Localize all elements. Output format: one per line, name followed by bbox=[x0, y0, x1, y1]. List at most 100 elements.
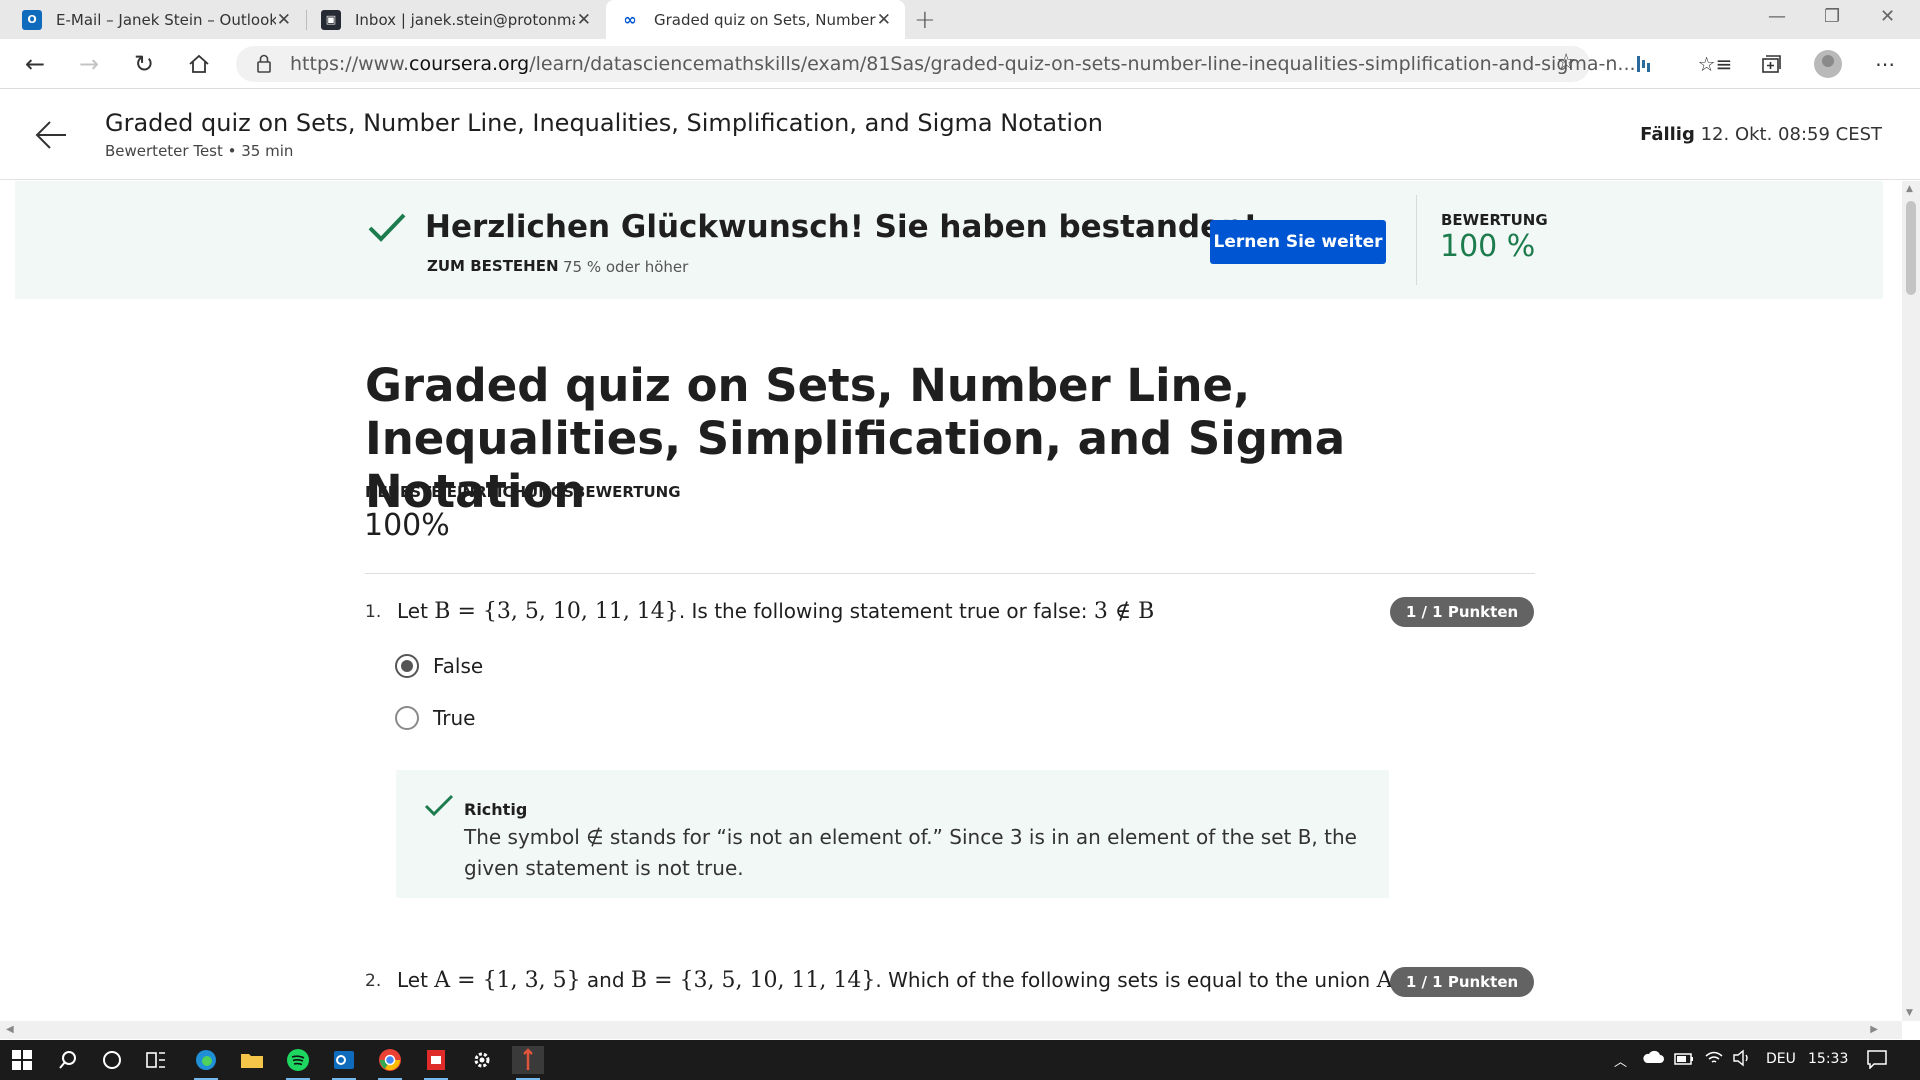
vertical-scrollbar[interactable]: ▲ ▼ bbox=[1902, 181, 1920, 1021]
feedback-text: The symbol ∉ stands for “is not an eleme… bbox=[464, 825, 1357, 880]
browser-tab-strip: O E-Mail – Janek Stein – Outlook ✕ ▣ Inb… bbox=[0, 0, 1920, 39]
restore-icon[interactable]: ❐ bbox=[1824, 6, 1840, 27]
radio-unselected[interactable] bbox=[395, 706, 419, 730]
answer-option-false[interactable]: False bbox=[395, 653, 483, 679]
option-label: False bbox=[433, 654, 484, 678]
scroll-up-icon[interactable]: ▲ bbox=[1906, 184, 1913, 194]
pdf-app-icon[interactable] bbox=[420, 1046, 452, 1080]
scroll-left-icon[interactable]: ◀ bbox=[6, 1024, 14, 1035]
task-view-icon[interactable] bbox=[140, 1046, 172, 1074]
coursera-icon: ∞ bbox=[623, 10, 637, 29]
back-icon[interactable]: ← bbox=[20, 49, 50, 79]
lock-icon bbox=[256, 54, 272, 78]
page-subtitle: Bewerteter Test • 35 min bbox=[105, 142, 294, 160]
address-bar[interactable]: https://www.coursera.org/learn/datascien… bbox=[236, 46, 1636, 82]
scrollbar-thumb[interactable] bbox=[1906, 201, 1916, 295]
refresh-icon[interactable]: ↻ bbox=[129, 49, 159, 79]
due-label: Fällig bbox=[1640, 124, 1695, 145]
math-expression: 3 ∉ B bbox=[1093, 599, 1155, 624]
volume-icon[interactable] bbox=[1732, 1049, 1752, 1071]
latest-submission-score: 100% bbox=[364, 508, 450, 543]
home-icon[interactable] bbox=[184, 49, 214, 79]
cortana-icon[interactable] bbox=[96, 1046, 128, 1074]
wifi-icon[interactable] bbox=[1704, 1050, 1724, 1070]
browser-toolbar: ← → ↻ https://www.coursera.org/learn/dat… bbox=[0, 39, 1920, 89]
tab-title: E-Mail – Janek Stein – Outlook bbox=[56, 10, 276, 29]
chrome-icon[interactable] bbox=[374, 1046, 406, 1080]
forward-icon[interactable]: → bbox=[74, 49, 104, 79]
due-value: 12. Okt. 08:59 CEST bbox=[1694, 124, 1882, 145]
favorite-star-icon[interactable]: ☆ bbox=[1556, 50, 1576, 75]
math-expression: B = {3, 5, 10, 11, 14} bbox=[630, 968, 876, 993]
edge-icon[interactable] bbox=[190, 1046, 222, 1080]
continue-learning-button[interactable]: Lernen Sie weiter bbox=[1210, 220, 1386, 264]
profile-avatar[interactable] bbox=[1814, 50, 1842, 78]
section-divider bbox=[365, 573, 1535, 574]
pass-threshold-label: ZUM BESTEHEN bbox=[427, 257, 559, 275]
extension-icon[interactable] bbox=[1629, 49, 1659, 79]
tray-expand-icon[interactable]: ︿ bbox=[1614, 1051, 1627, 1070]
favorites-list-icon[interactable]: ☆≡ bbox=[1698, 49, 1733, 79]
url-path: /learn/datasciencemathskills/exam/81Sas/… bbox=[529, 53, 1636, 75]
pass-threshold-value: 75 % oder höher bbox=[563, 258, 689, 276]
question-text-part: . Is the following statement true or fal… bbox=[678, 599, 1094, 623]
checkmark-icon bbox=[367, 211, 407, 249]
horizontal-scrollbar[interactable]: ◀ ▶ bbox=[0, 1021, 1902, 1039]
page-title: Graded quiz on Sets, Number Line, Inequa… bbox=[105, 109, 1103, 137]
question-text-part: Let bbox=[397, 599, 435, 623]
checkmark-icon bbox=[424, 794, 454, 822]
latest-submission-label: NEUESTE EINREICHUNGSBEWERTUNG bbox=[365, 483, 681, 501]
file-explorer-icon[interactable] bbox=[236, 1046, 268, 1074]
question-number: 1. bbox=[365, 602, 382, 622]
collections-icon[interactable] bbox=[1756, 49, 1786, 79]
tab-outlook[interactable]: O E-Mail – Janek Stein – Outlook ✕ bbox=[0, 0, 305, 39]
windows-taskbar: ︿ DEU 15:33 bbox=[0, 1040, 1920, 1080]
app-icon[interactable] bbox=[512, 1046, 544, 1080]
scroll-right-icon[interactable]: ▶ bbox=[1870, 1024, 1878, 1035]
search-icon[interactable] bbox=[52, 1046, 84, 1074]
due-date: Fällig 12. Okt. 08:59 CEST bbox=[1640, 124, 1882, 145]
congrats-message: Herzlichen Glückwunsch! Sie haben bestan… bbox=[425, 209, 1258, 245]
input-language[interactable]: DEU bbox=[1766, 1051, 1796, 1067]
grade-value: 100 % bbox=[1440, 229, 1536, 264]
question-text-part: . Which of the following sets is equal t… bbox=[875, 968, 1377, 992]
more-menu-icon[interactable]: ⋯ bbox=[1870, 49, 1900, 79]
math-expression: A = {1, 3, 5} bbox=[434, 968, 581, 993]
notification-center-icon[interactable] bbox=[1866, 1049, 1888, 1073]
pass-banner: Herzlichen Glückwunsch! Sie haben bestan… bbox=[15, 181, 1883, 299]
grade-label: BEWERTUNG bbox=[1441, 211, 1548, 229]
minimize-icon[interactable]: — bbox=[1768, 6, 1786, 27]
window-close-icon[interactable]: ✕ bbox=[1880, 6, 1895, 27]
spotify-icon[interactable] bbox=[282, 1046, 314, 1080]
question-text: Let A = {1, 3, 5} and B = {3, 5, 10, 11,… bbox=[397, 968, 1452, 993]
divider bbox=[1416, 195, 1417, 285]
points-badge: 1 / 1 Punkten bbox=[1390, 597, 1534, 627]
settings-icon[interactable] bbox=[466, 1046, 498, 1074]
question-text-part: and bbox=[580, 968, 631, 992]
battery-icon[interactable] bbox=[1674, 1052, 1694, 1070]
question-number: 2. bbox=[365, 971, 382, 991]
tab-title: Inbox | janek.stein@protonmail.c bbox=[355, 10, 575, 29]
tab-protonmail[interactable]: ▣ Inbox | janek.stein@protonmail.c ✕ bbox=[307, 0, 605, 39]
tab-title: Graded quiz on Sets, Number Lin bbox=[654, 10, 876, 29]
close-tab-icon[interactable]: ✕ bbox=[877, 10, 891, 30]
tab-coursera[interactable]: ∞ Graded quiz on Sets, Number Lin ✕ bbox=[606, 0, 905, 39]
answer-feedback: Richtig The symbol ∉ stands for “is not … bbox=[396, 770, 1389, 898]
outlook-icon[interactable] bbox=[328, 1046, 360, 1080]
url-prefix: https://www. bbox=[290, 53, 410, 75]
new-tab-button[interactable]: + bbox=[914, 5, 936, 35]
scroll-down-icon[interactable]: ▼ bbox=[1906, 1008, 1913, 1018]
close-tab-icon[interactable]: ✕ bbox=[577, 10, 591, 30]
answer-option-true[interactable]: True bbox=[395, 705, 475, 731]
url-text: https://www.coursera.org/learn/datascien… bbox=[290, 53, 1636, 75]
clock-time[interactable]: 15:33 bbox=[1808, 1051, 1848, 1067]
option-label: True bbox=[433, 706, 476, 730]
close-tab-icon[interactable]: ✕ bbox=[277, 10, 291, 30]
onedrive-icon[interactable] bbox=[1642, 1049, 1664, 1069]
feedback-heading: Richtig bbox=[464, 800, 528, 819]
windows-start-icon[interactable] bbox=[6, 1046, 38, 1074]
back-arrow-icon[interactable] bbox=[34, 120, 68, 154]
points-badge: 1 / 1 Punkten bbox=[1390, 967, 1534, 997]
main-content: Herzlichen Glückwunsch! Sie haben bestan… bbox=[0, 181, 1902, 1021]
radio-selected[interactable] bbox=[395, 654, 419, 678]
